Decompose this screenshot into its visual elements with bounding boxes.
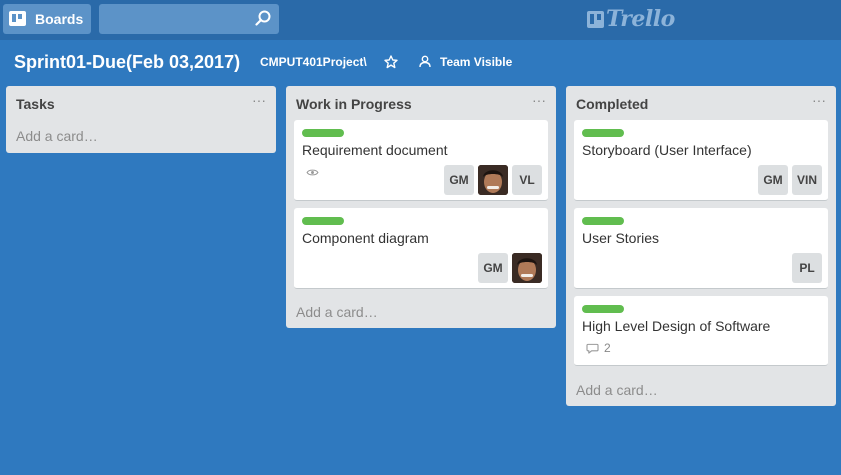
trello-logo-text: Trello <box>606 6 675 32</box>
board-title[interactable]: Sprint01-Due(Feb 03,2017) <box>14 52 240 73</box>
card[interactable]: Storyboard (User Interface) GM VIN <box>574 120 828 201</box>
star-icon[interactable] <box>384 55 398 69</box>
comment-icon <box>586 343 599 354</box>
card-members: PL <box>792 253 822 283</box>
card[interactable]: Requirement document GM VL <box>294 120 548 201</box>
boards-label: Boards <box>35 11 84 27</box>
member-avatar-photo[interactable] <box>512 253 542 283</box>
card-members: GM VIN <box>758 165 822 195</box>
card-label-green <box>302 129 344 137</box>
boards-button[interactable]: Boards <box>3 4 91 34</box>
card-title: Component diagram <box>302 230 429 246</box>
eye-icon <box>306 169 319 176</box>
search-icon[interactable] <box>255 10 271 26</box>
top-bar: Boards Trello <box>0 0 841 40</box>
member-avatar[interactable]: GM <box>478 253 508 283</box>
card-members: GM <box>478 253 542 283</box>
list-work-in-progress: Work in Progress ··· Requirement documen… <box>286 86 556 328</box>
list-menu-button[interactable]: ··· <box>532 92 546 108</box>
member-avatar-photo[interactable] <box>478 165 508 195</box>
card-title: Storyboard (User Interface) <box>582 142 752 158</box>
card-title: High Level Design of Software <box>582 318 771 334</box>
card-title: Requirement document <box>302 142 448 158</box>
board-org-link[interactable]: CMPUT401Project\ <box>260 55 367 69</box>
card-label-green <box>582 129 624 137</box>
trello-logo[interactable]: Trello <box>587 6 675 32</box>
member-avatar[interactable]: GM <box>444 165 474 195</box>
list-menu-button[interactable]: ··· <box>252 92 266 108</box>
card[interactable]: High Level Design of Software 2 <box>574 296 828 366</box>
card[interactable]: User Stories PL <box>574 208 828 289</box>
member-avatar[interactable]: VL <box>512 165 542 195</box>
list-title[interactable]: Tasks <box>16 96 55 112</box>
visibility-label[interactable]: Team Visible <box>440 55 512 69</box>
card[interactable]: Component diagram GM <box>294 208 548 289</box>
list-completed: Completed ··· Storyboard (User Interface… <box>566 86 836 406</box>
member-avatar[interactable]: PL <box>792 253 822 283</box>
list-title[interactable]: Work in Progress <box>296 96 412 112</box>
card-label-green <box>582 305 624 313</box>
member-avatar[interactable]: GM <box>758 165 788 195</box>
team-icon[interactable] <box>419 55 431 68</box>
card-label-green <box>582 217 624 225</box>
card-title: User Stories <box>582 230 660 246</box>
list-title[interactable]: Completed <box>576 96 648 112</box>
boards-icon <box>9 11 26 26</box>
add-card-link[interactable]: Add a card… <box>296 304 378 320</box>
card-members: GM VL <box>444 165 542 195</box>
search-input[interactable] <box>99 4 279 34</box>
trello-logo-icon <box>587 10 604 28</box>
list-menu-button[interactable]: ··· <box>812 92 826 108</box>
add-card-link[interactable]: Add a card… <box>576 382 658 398</box>
member-avatar[interactable]: VIN <box>792 165 822 195</box>
card-label-green <box>302 217 344 225</box>
add-card-link[interactable]: Add a card… <box>16 128 98 144</box>
list-tasks: Tasks ··· Add a card… <box>6 86 276 153</box>
comment-count: 2 <box>604 341 611 355</box>
